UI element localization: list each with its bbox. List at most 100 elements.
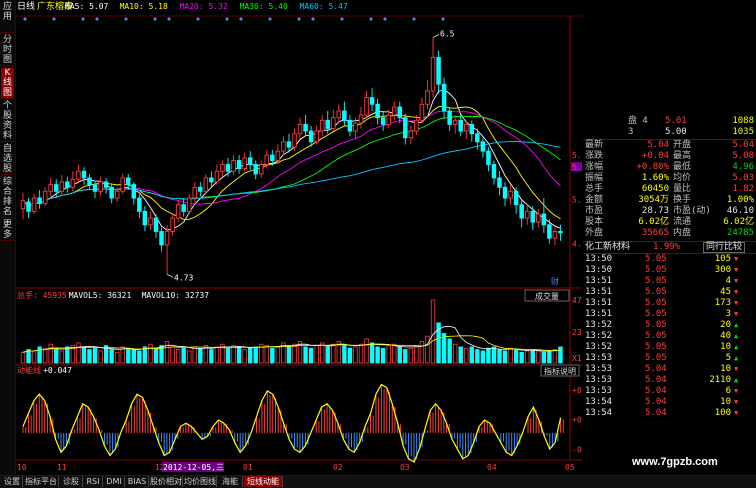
candle-body [524, 210, 530, 219]
kline-chart-area[interactable]: 日线 广东榕泰 MA5: 5.07 MA10: 5.18 MA20: 5.32 MA3… [15, 0, 601, 475]
tick-time: 13:51 [585, 276, 613, 286]
bottom-tab-6[interactable]: BIAS [126, 476, 149, 487]
candle-body [491, 164, 497, 179]
price-marks: 6.5 4.73 [166, 29, 455, 282]
side-tab-5[interactable]: 自选股 [1, 144, 14, 175]
candle [53, 179, 59, 198]
volume-select-label: 成交量 [535, 291, 559, 301]
candle [524, 203, 530, 225]
side-tab-1[interactable]: 应用 [1, 2, 14, 33]
side-tab-2[interactable]: 分时图 [1, 35, 14, 66]
candle-body [126, 177, 131, 186]
tick-volume: 100 [714, 408, 731, 418]
bottom-tab-8[interactable]: 均价图线 [184, 476, 217, 487]
volume-bar [275, 346, 281, 364]
quote-stat-row: 金额 3054万 换手 1.00% [583, 195, 756, 206]
tick-volume: 10 [720, 342, 731, 352]
date-cursor: 2012-12-05,三 [163, 463, 224, 472]
candle-body [65, 181, 70, 188]
candle-body [508, 190, 513, 199]
candle-body [225, 164, 231, 172]
kline-chart[interactable]: 日线 广东榕泰 MA5: 5.07 MA10: 5.18 MA20: 5.32 MA3… [15, 0, 601, 475]
event-marker [81, 17, 85, 21]
stat-label: 开盘 [673, 140, 692, 150]
candle [480, 137, 486, 158]
quote-stat-row: 市盈 28.73 市盈(动) 46.10 [583, 206, 756, 217]
candle [530, 206, 536, 231]
candle-body [336, 110, 342, 119]
candle [236, 155, 242, 174]
tick-time: 13:51 [585, 309, 613, 319]
candle-body [109, 186, 114, 199]
order-book-row: 3 5.00 1035 [583, 127, 756, 138]
peer-compare-button[interactable]: 同行比较 [703, 242, 746, 253]
side-tab-3[interactable]: K线图 [1, 68, 14, 99]
stat-label: 涨幅 [585, 162, 604, 172]
bottom-tab-4[interactable]: RSI [84, 476, 103, 487]
candle-body [480, 141, 486, 152]
tick-price: 5.05 [645, 265, 667, 275]
candle-body [103, 181, 109, 188]
side-tab-7[interactable]: 更多 [1, 220, 14, 241]
volume-bar [380, 347, 386, 364]
bottom-tab-2[interactable]: 指标平台 [24, 476, 59, 487]
candle-body [231, 160, 236, 172]
candle [209, 171, 214, 188]
candle [109, 184, 114, 204]
stat-label: 金额 [585, 195, 604, 205]
candle-body [253, 164, 258, 175]
tick-price: 5.04 [645, 364, 667, 374]
candle [92, 180, 98, 198]
bottom-tab-5[interactable]: DMI [104, 476, 125, 487]
stat-value: 6.02亿 [723, 217, 754, 227]
candle-body [87, 177, 92, 186]
side-tab-6[interactable]: 综合排名 [1, 177, 14, 218]
candle-body [369, 97, 375, 105]
ma-label-2: MA10: 5.18 [120, 2, 168, 11]
tick-row: 13:53 5.04 6 ▼ [583, 386, 756, 397]
stat-label: 总手 [585, 184, 604, 194]
candle-body [486, 150, 491, 165]
candle [186, 193, 192, 215]
volume-bar [525, 350, 530, 364]
tick-time: 13:52 [585, 320, 613, 330]
candle-body [220, 164, 225, 172]
tick-row: 13:51 5.05 4 ▼ [583, 276, 756, 287]
candle-body [148, 217, 153, 226]
side-tab-4[interactable]: 个股资料 [1, 101, 14, 142]
ind-tick-2: +0.041 [572, 416, 582, 425]
tick-row: 13:51 5.05 173 ▼ [583, 298, 756, 309]
ma10-line [22, 105, 561, 220]
stat-label: 市盈(动) [673, 206, 711, 216]
bottom-tab-9[interactable]: 海能 [218, 476, 243, 487]
volume-bar [342, 345, 347, 364]
tick-row: 13:53 5.05 5 ▲ [583, 353, 756, 364]
period-label[interactable]: 日线 [17, 0, 35, 12]
candle [497, 171, 502, 196]
candle-body [114, 190, 120, 199]
ma30-line [22, 115, 561, 207]
volume-bar [452, 343, 458, 364]
event-marker [225, 17, 229, 21]
arrow-down-icon: ▼ [734, 310, 739, 318]
indicator-value: +0.047 [43, 366, 72, 375]
candle [458, 115, 463, 137]
volume-bar [419, 341, 425, 364]
stat-label: 流通 [673, 217, 692, 227]
price-tick-4: 4.96 [572, 240, 582, 249]
volume-bar [87, 349, 92, 364]
quote-panel: 盘 4 5.01 1088 3 5.00 1035 最新 5.04 开盘 5.04 涨跌 +0.04 最… [583, 116, 756, 446]
tick-row: 13:53 5.04 10 ▼ [583, 364, 756, 375]
bottom-tab-10[interactable]: 短线动能 [244, 476, 283, 487]
bottom-tab-3[interactable]: 诊股 [60, 476, 83, 487]
tick-time: 13:50 [585, 265, 613, 275]
candle [214, 164, 220, 185]
tick-price: 5.04 [645, 375, 667, 385]
candle-body [552, 231, 558, 239]
volume-bar [308, 347, 314, 364]
volume-bar [198, 347, 203, 364]
high-pointer [432, 34, 440, 38]
bottom-tab-1[interactable]: 设置 [2, 476, 23, 487]
bottom-tab-7[interactable]: 股价相对 [150, 476, 183, 487]
candle-body [297, 123, 303, 135]
